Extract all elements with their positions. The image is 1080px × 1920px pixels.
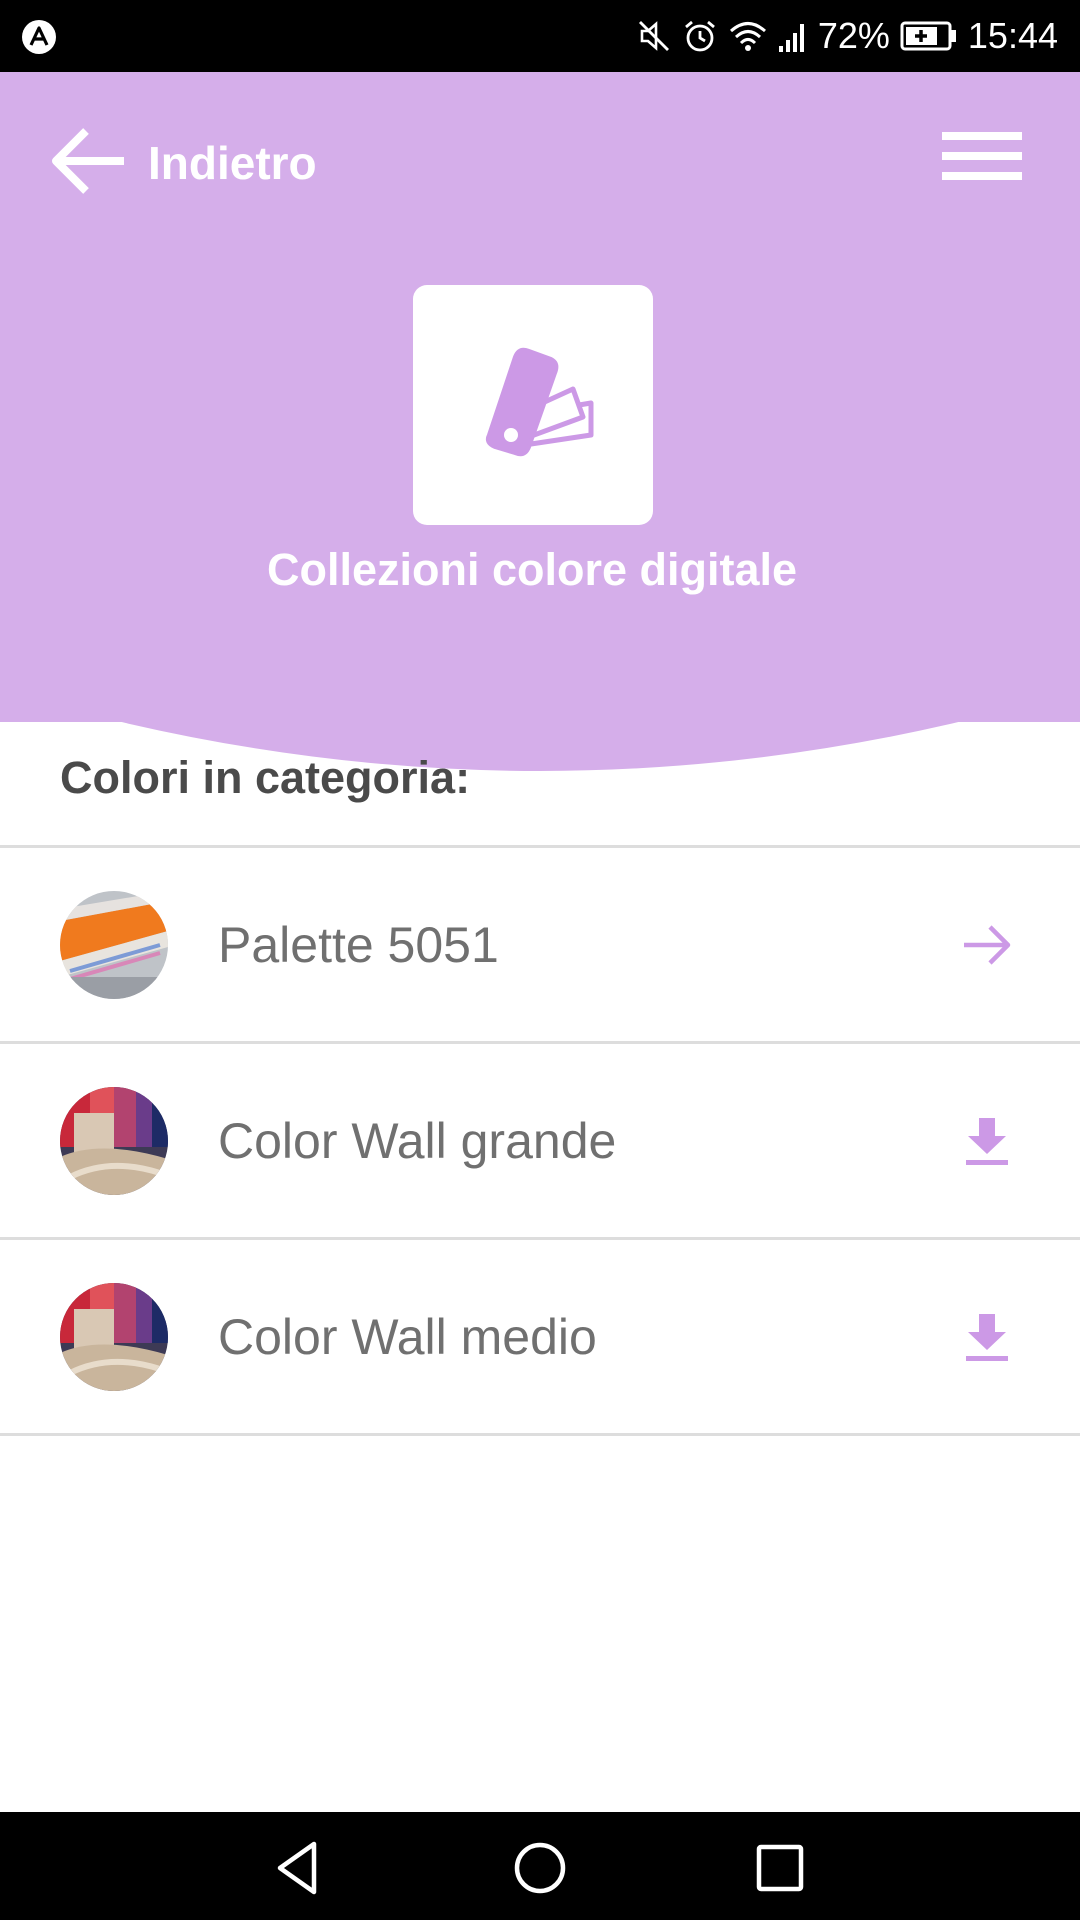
battery-charging-icon (900, 20, 958, 52)
color-category-list: Palette 5051 Color Wall grande Color Wal… (0, 845, 1080, 1436)
wifi-icon (728, 18, 768, 54)
arrow-left-icon (46, 119, 130, 208)
battery-percent: 72% (817, 15, 890, 56)
system-nav-bar (0, 1812, 1080, 1920)
list-item-color-wall-medio[interactable]: Color Wall medio (0, 1240, 1080, 1436)
home-circle-icon[interactable] (510, 1838, 570, 1898)
header-banner: Indietro Collezioni colore digitale (0, 72, 1080, 722)
back-button[interactable]: Indietro (46, 118, 317, 208)
alarm-icon (682, 18, 718, 54)
recents-square-icon[interactable] (750, 1838, 810, 1898)
list-item-label: Palette 5051 (218, 916, 499, 973)
list-item-color-wall-grande[interactable]: Color Wall grande (0, 1044, 1080, 1240)
download-icon[interactable] (960, 1114, 1014, 1168)
hamburger-menu-icon (942, 132, 1022, 180)
back-triangle-icon[interactable] (270, 1838, 330, 1898)
list-item-palette-5051[interactable]: Palette 5051 (0, 848, 1080, 1044)
color-wall-thumbnail (60, 1086, 168, 1195)
hero-icon-tile (413, 285, 653, 525)
download-icon[interactable] (960, 1310, 1014, 1364)
app-notification-icon (20, 18, 58, 56)
signal-icon (778, 18, 808, 54)
menu-button[interactable] (936, 122, 1026, 202)
status-bar: 72% 15:44 (0, 0, 1080, 72)
app-screen: 72% 15:44 Indietro Collezioni colore dig… (0, 0, 1080, 1920)
section-title: Colori in categoria: (60, 752, 471, 803)
palette-thumbnail (60, 890, 168, 999)
status-indicators: 72% 15:44 (636, 0, 1058, 72)
color-wall-thumbnail (60, 1282, 168, 1391)
list-item-label: Color Wall grande (218, 1112, 617, 1169)
clock: 15:44 (967, 15, 1058, 56)
color-fan-deck-icon (485, 347, 594, 457)
page-title: Collezioni colore digitale (266, 544, 798, 595)
list-item-label: Color Wall medio (218, 1308, 597, 1365)
mute-icon (636, 18, 672, 54)
back-label: Indietro (148, 137, 317, 189)
arrow-right-icon[interactable] (960, 918, 1014, 972)
